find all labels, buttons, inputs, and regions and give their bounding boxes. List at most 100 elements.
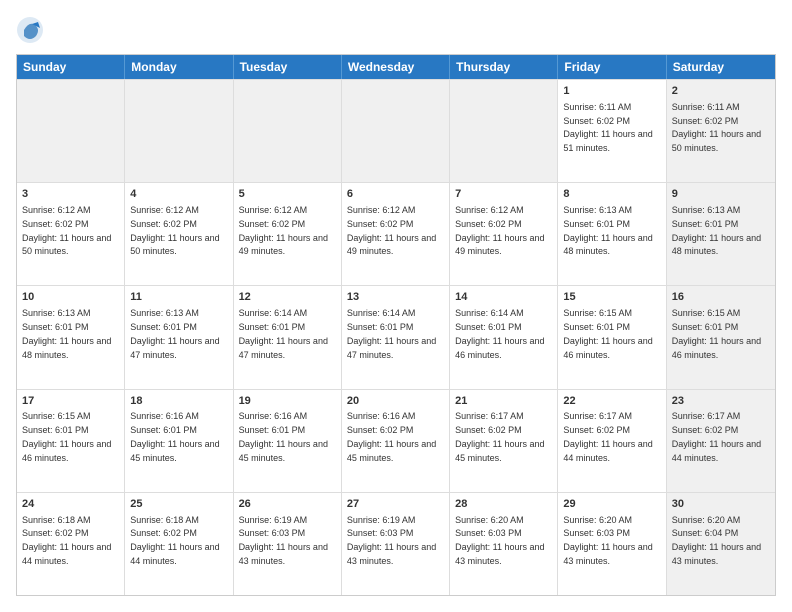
day-number: 8 (563, 187, 660, 202)
day-info: Sunrise: 6:18 AM Sunset: 6:02 PM Dayligh… (130, 515, 219, 566)
day-cell-16: 16 Sunrise: 6:15 AM Sunset: 6:01 PM Dayli… (667, 286, 775, 388)
day-info: Sunrise: 6:16 AM Sunset: 6:01 PM Dayligh… (239, 411, 328, 462)
day-cell-21: 21 Sunrise: 6:17 AM Sunset: 6:02 PM Dayli… (450, 390, 558, 492)
day-number: 24 (22, 497, 119, 512)
day-cell-6: 6 Sunrise: 6:12 AM Sunset: 6:02 PM Daylig… (342, 183, 450, 285)
day-number: 11 (130, 290, 227, 305)
header-day-tuesday: Tuesday (234, 55, 342, 79)
day-number: 26 (239, 497, 336, 512)
day-number: 6 (347, 187, 444, 202)
day-number: 2 (672, 84, 770, 99)
day-info: Sunrise: 6:15 AM Sunset: 6:01 PM Dayligh… (672, 308, 761, 359)
day-info: Sunrise: 6:11 AM Sunset: 6:02 PM Dayligh… (672, 102, 761, 153)
empty-cell-w0c3 (342, 80, 450, 182)
day-info: Sunrise: 6:14 AM Sunset: 6:01 PM Dayligh… (239, 308, 328, 359)
day-info: Sunrise: 6:19 AM Sunset: 6:03 PM Dayligh… (239, 515, 328, 566)
logo-icon (16, 16, 44, 44)
week-row-4: 17 Sunrise: 6:15 AM Sunset: 6:01 PM Dayli… (17, 389, 775, 492)
day-number: 19 (239, 394, 336, 409)
day-cell-22: 22 Sunrise: 6:17 AM Sunset: 6:02 PM Dayli… (558, 390, 666, 492)
header-day-wednesday: Wednesday (342, 55, 450, 79)
day-info: Sunrise: 6:20 AM Sunset: 6:04 PM Dayligh… (672, 515, 761, 566)
day-number: 9 (672, 187, 770, 202)
day-info: Sunrise: 6:12 AM Sunset: 6:02 PM Dayligh… (347, 205, 436, 256)
header-day-friday: Friday (558, 55, 666, 79)
day-info: Sunrise: 6:20 AM Sunset: 6:03 PM Dayligh… (563, 515, 652, 566)
day-info: Sunrise: 6:13 AM Sunset: 6:01 PM Dayligh… (672, 205, 761, 256)
day-cell-27: 27 Sunrise: 6:19 AM Sunset: 6:03 PM Dayli… (342, 493, 450, 595)
empty-cell-w0c2 (234, 80, 342, 182)
day-number: 14 (455, 290, 552, 305)
day-cell-12: 12 Sunrise: 6:14 AM Sunset: 6:01 PM Dayli… (234, 286, 342, 388)
day-number: 28 (455, 497, 552, 512)
day-info: Sunrise: 6:12 AM Sunset: 6:02 PM Dayligh… (455, 205, 544, 256)
day-cell-23: 23 Sunrise: 6:17 AM Sunset: 6:02 PM Dayli… (667, 390, 775, 492)
day-number: 22 (563, 394, 660, 409)
day-cell-18: 18 Sunrise: 6:16 AM Sunset: 6:01 PM Dayli… (125, 390, 233, 492)
day-info: Sunrise: 6:13 AM Sunset: 6:01 PM Dayligh… (130, 308, 219, 359)
day-cell-24: 24 Sunrise: 6:18 AM Sunset: 6:02 PM Dayli… (17, 493, 125, 595)
week-row-2: 3 Sunrise: 6:12 AM Sunset: 6:02 PM Daylig… (17, 182, 775, 285)
day-cell-13: 13Sunrise: 6:14 AM Sunset: 6:01 PM Dayli… (342, 286, 450, 388)
day-info: Sunrise: 6:15 AM Sunset: 6:01 PM Dayligh… (563, 308, 652, 359)
empty-cell-w0c4 (450, 80, 558, 182)
header (16, 16, 776, 44)
day-number: 18 (130, 394, 227, 409)
day-number: 1 (563, 84, 660, 99)
empty-cell-w0c1 (125, 80, 233, 182)
day-cell-25: 25 Sunrise: 6:18 AM Sunset: 6:02 PM Dayli… (125, 493, 233, 595)
day-cell-11: 11 Sunrise: 6:13 AM Sunset: 6:01 PM Dayli… (125, 286, 233, 388)
week-row-5: 24 Sunrise: 6:18 AM Sunset: 6:02 PM Dayli… (17, 492, 775, 595)
day-cell-15: 15Sunrise: 6:15 AM Sunset: 6:01 PM Dayli… (558, 286, 666, 388)
day-cell-9: 9 Sunrise: 6:13 AM Sunset: 6:01 PM Daylig… (667, 183, 775, 285)
day-number: 29 (563, 497, 660, 512)
day-info: Sunrise: 6:13 AM Sunset: 6:01 PM Dayligh… (563, 205, 652, 256)
header-day-thursday: Thursday (450, 55, 558, 79)
day-info: Sunrise: 6:13 AM Sunset: 6:01 PM Dayligh… (22, 308, 111, 359)
day-number: 27 (347, 497, 444, 512)
calendar: SundayMondayTuesdayWednesdayThursdayFrid… (16, 54, 776, 596)
week-row-1: 1 Sunrise: 6:11 AM Sunset: 6:02 PM Daylig… (17, 79, 775, 182)
day-cell-28: 28 Sunrise: 6:20 AM Sunset: 6:03 PM Dayli… (450, 493, 558, 595)
day-cell-3: 3 Sunrise: 6:12 AM Sunset: 6:02 PM Daylig… (17, 183, 125, 285)
day-number: 3 (22, 187, 119, 202)
day-number: 17 (22, 394, 119, 409)
day-info: Sunrise: 6:12 AM Sunset: 6:02 PM Dayligh… (239, 205, 328, 256)
day-number: 4 (130, 187, 227, 202)
day-number: 25 (130, 497, 227, 512)
day-cell-20: 20Sunrise: 6:16 AM Sunset: 6:02 PM Dayli… (342, 390, 450, 492)
day-cell-10: 10 Sunrise: 6:13 AM Sunset: 6:01 PM Dayli… (17, 286, 125, 388)
day-info: Sunrise: 6:16 AM Sunset: 6:01 PM Dayligh… (130, 411, 219, 462)
day-info: Sunrise: 6:15 AM Sunset: 6:01 PM Dayligh… (22, 411, 111, 462)
day-cell-2: 2 Sunrise: 6:11 AM Sunset: 6:02 PM Daylig… (667, 80, 775, 182)
day-cell-30: 30 Sunrise: 6:20 AM Sunset: 6:04 PM Dayli… (667, 493, 775, 595)
day-number: 10 (22, 290, 119, 305)
day-info: Sunrise: 6:12 AM Sunset: 6:02 PM Dayligh… (130, 205, 219, 256)
day-cell-19: 19 Sunrise: 6:16 AM Sunset: 6:01 PM Dayli… (234, 390, 342, 492)
day-info: Sunrise: 6:20 AM Sunset: 6:03 PM Dayligh… (455, 515, 544, 566)
day-number: 7 (455, 187, 552, 202)
day-info: Sunrise: 6:17 AM Sunset: 6:02 PM Dayligh… (672, 411, 761, 462)
day-number: 16 (672, 290, 770, 305)
day-info: Sunrise: 6:18 AM Sunset: 6:02 PM Dayligh… (22, 515, 111, 566)
header-day-sunday: Sunday (17, 55, 125, 79)
day-number: 12 (239, 290, 336, 305)
day-info: Sunrise: 6:12 AM Sunset: 6:02 PM Dayligh… (22, 205, 111, 256)
day-number: 23 (672, 394, 770, 409)
day-info: Sunrise: 6:11 AM Sunset: 6:02 PM Dayligh… (563, 102, 652, 153)
empty-cell-w0c0 (17, 80, 125, 182)
day-number: 21 (455, 394, 552, 409)
day-cell-14: 14Sunrise: 6:14 AM Sunset: 6:01 PM Dayli… (450, 286, 558, 388)
day-cell-4: 4 Sunrise: 6:12 AM Sunset: 6:02 PM Daylig… (125, 183, 233, 285)
day-cell-7: 7 Sunrise: 6:12 AM Sunset: 6:02 PM Daylig… (450, 183, 558, 285)
day-cell-17: 17 Sunrise: 6:15 AM Sunset: 6:01 PM Dayli… (17, 390, 125, 492)
week-row-3: 10 Sunrise: 6:13 AM Sunset: 6:01 PM Dayli… (17, 285, 775, 388)
header-day-saturday: Saturday (667, 55, 775, 79)
day-info: Sunrise: 6:19 AM Sunset: 6:03 PM Dayligh… (347, 515, 436, 566)
day-info: Sunrise: 6:17 AM Sunset: 6:02 PM Dayligh… (455, 411, 544, 462)
day-cell-5: 5Sunrise: 6:12 AM Sunset: 6:02 PM Daylig… (234, 183, 342, 285)
day-number: 30 (672, 497, 770, 512)
page: SundayMondayTuesdayWednesdayThursdayFrid… (0, 0, 792, 612)
day-info: Sunrise: 6:17 AM Sunset: 6:02 PM Dayligh… (563, 411, 652, 462)
day-cell-26: 26 Sunrise: 6:19 AM Sunset: 6:03 PM Dayli… (234, 493, 342, 595)
